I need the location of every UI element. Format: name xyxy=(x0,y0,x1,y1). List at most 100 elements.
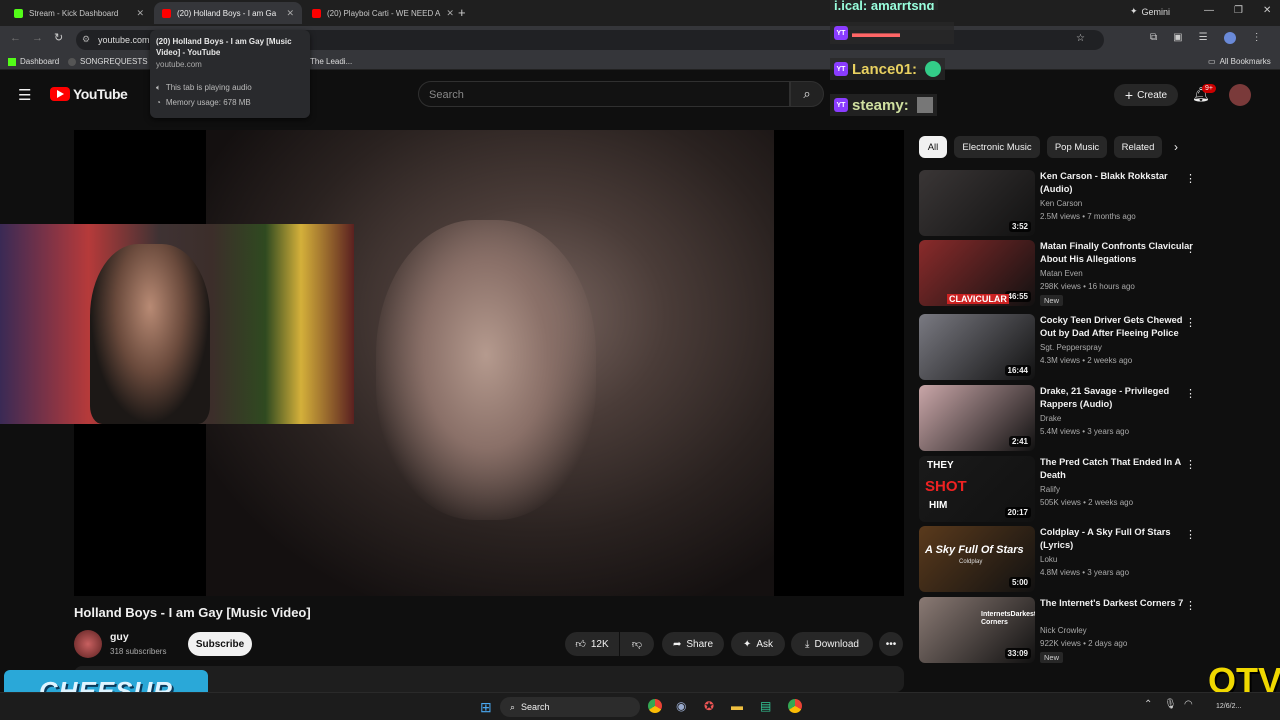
chevron-right-icon[interactable]: › xyxy=(1174,140,1178,154)
app-icon[interactable]: ✪ xyxy=(704,699,714,713)
recommendation-item[interactable]: 46:55 CLAVICULAR Matan Finally Confronts C… xyxy=(919,240,1259,306)
notepad-icon[interactable]: ▤ xyxy=(760,699,771,713)
close-tab-icon[interactable]: ✕ xyxy=(136,8,144,19)
tab-holland-boys[interactable]: (20) Holland Boys - I am Ga ✕ xyxy=(154,2,302,24)
recommendation-channel[interactable]: Ken Carson xyxy=(1040,198,1082,209)
video-duration: 2:41 xyxy=(1008,436,1031,447)
chat-message-blurred: YT ▬▬▬▬ xyxy=(830,22,954,44)
reload-icon[interactable]: ↻ xyxy=(54,31,63,44)
chevron-up-icon[interactable]: ⌃ xyxy=(1144,699,1152,710)
channel-name[interactable]: guy xyxy=(110,631,129,643)
back-icon[interactable]: ← xyxy=(10,32,21,44)
create-button[interactable]: + Create xyxy=(1114,84,1178,106)
clock-date[interactable]: 12/6/2... xyxy=(1216,703,1241,710)
recommendation-channel[interactable]: Nick Crowley xyxy=(1040,625,1087,636)
all-bookmarks[interactable]: ▭ All Bookmarks xyxy=(1208,57,1271,66)
close-tab-icon[interactable]: ✕ xyxy=(286,8,294,19)
channel-avatar[interactable] xyxy=(74,630,102,658)
sidepanel-icon[interactable]: ▣ xyxy=(1173,32,1182,44)
more-vertical-icon[interactable]: ⋮ xyxy=(1185,316,1196,329)
recommendation-item[interactable]: 2:41 Drake, 21 Savage - Privileged Rapper… xyxy=(919,385,1259,451)
video-thumbnail[interactable]: 5:00 A Sky Full Of Stars Coldplay xyxy=(919,526,1035,592)
video-thumbnail[interactable]: 16:44 xyxy=(919,314,1035,380)
more-vertical-icon[interactable]: ⋮ xyxy=(1185,172,1196,185)
chip-pop-music[interactable]: Pop Music xyxy=(1047,136,1107,158)
recommendation-title[interactable]: The Pred Catch That Ended In A Death xyxy=(1040,456,1198,482)
site-info-icon[interactable]: ⚙ xyxy=(82,34,90,45)
search-input[interactable]: Search xyxy=(418,81,790,107)
new-tab-button[interactable]: + xyxy=(458,5,466,20)
share-button[interactable]: ➦ Share xyxy=(662,632,724,656)
wifi-icon[interactable]: ◠ xyxy=(1184,699,1193,710)
more-actions-button[interactable]: ••• xyxy=(879,632,903,656)
bookmark-leadi[interactable]: The Leadi... xyxy=(310,57,352,66)
download-button[interactable]: ⤓ Download xyxy=(791,632,873,656)
recommendation-item[interactable]: 33:09 InternetsDarkest Corners The Interne… xyxy=(919,597,1259,663)
more-vertical-icon[interactable]: ⋮ xyxy=(1185,242,1196,255)
close-window-icon[interactable]: ✕ xyxy=(1263,5,1271,16)
more-vertical-icon[interactable]: ⋮ xyxy=(1185,387,1196,400)
tab-kick-dashboard[interactable]: Stream - Kick Dashboard ✕ xyxy=(6,2,152,24)
maximize-icon[interactable]: ❐ xyxy=(1234,5,1243,16)
video-thumbnail[interactable]: 3:52 xyxy=(919,170,1035,236)
video-thumbnail[interactable]: 46:55 CLAVICULAR xyxy=(919,240,1035,306)
windows-start-icon[interactable]: ⊞ xyxy=(480,699,492,716)
customize-icon[interactable]: ☰ xyxy=(1199,32,1208,44)
bookmark-star-icon[interactable]: ☆ xyxy=(1076,33,1085,44)
chrome-icon[interactable] xyxy=(648,699,662,713)
mic-icon[interactable]: 🎙︎ xyxy=(1164,699,1177,710)
profile-avatar[interactable] xyxy=(1223,32,1236,44)
recommendation-channel[interactable]: Sgt. Pepperspray xyxy=(1040,342,1102,353)
taskbar-search[interactable]: ⌕ Search xyxy=(500,697,640,717)
chip-all[interactable]: All xyxy=(919,136,947,158)
video-thumbnail[interactable]: 2:41 xyxy=(919,385,1035,451)
dislike-button[interactable]: 👎︎ xyxy=(620,632,654,656)
tab-playboi-carti[interactable]: (20) Playboi Carti - WE NEED A ✕ xyxy=(304,2,454,24)
steam-icon[interactable]: ◉ xyxy=(676,699,686,713)
file-explorer-icon[interactable]: ▬ xyxy=(731,699,743,713)
recommendation-title[interactable]: Drake, 21 Savage - Privileged Rappers (A… xyxy=(1040,385,1198,411)
recommendation-channel[interactable]: Drake xyxy=(1040,413,1061,424)
recommendation-title[interactable]: Matan Finally Confronts Clavicular About… xyxy=(1040,240,1198,266)
chip-related[interactable]: Related xyxy=(1114,136,1162,158)
hamburger-menu-icon[interactable]: ☰ xyxy=(18,86,31,104)
more-vertical-icon[interactable]: ⋮ xyxy=(1185,458,1196,471)
chat-text: ▬▬▬▬ xyxy=(852,26,900,40)
recommendation-title[interactable]: Cocky Teen Driver Gets Chewed Out by Dad… xyxy=(1040,314,1198,340)
recommendation-item[interactable]: 3:52 Ken Carson - Blakk Rokkstar (Audio) K… xyxy=(919,170,1259,236)
more-vertical-icon[interactable]: ⋮ xyxy=(1185,528,1196,541)
recommendation-item[interactable]: 20:17 THEY SHOT HIM The Pred Catch That Ende… xyxy=(919,456,1259,522)
like-button[interactable]: 👍︎ 12K xyxy=(565,632,619,656)
video-thumbnail[interactable]: 33:09 InternetsDarkest Corners xyxy=(919,597,1035,663)
bookmark-dashboard[interactable]: Dashboard xyxy=(8,57,59,66)
recommendation-channel[interactable]: Matan Even xyxy=(1040,268,1083,279)
recommendation-item[interactable]: 5:00 A Sky Full Of Stars Coldplay Coldplay … xyxy=(919,526,1259,592)
recommendation-channel[interactable]: Loku xyxy=(1040,554,1057,565)
youtube-play-icon xyxy=(50,87,70,101)
account-avatar[interactable] xyxy=(1229,84,1251,106)
like-count: 12K xyxy=(590,638,609,650)
bookmark-songrequests[interactable]: SONGREQUESTS xyxy=(68,57,148,66)
ask-button[interactable]: ✦ Ask xyxy=(731,632,785,656)
minimize-icon[interactable]: — xyxy=(1204,5,1214,16)
close-tab-icon[interactable]: ✕ xyxy=(446,8,454,19)
recommendation-channel[interactable]: Ralify xyxy=(1040,484,1060,495)
recommendation-item[interactable]: 16:44 Cocky Teen Driver Gets Chewed Out b… xyxy=(919,314,1259,380)
gemini-button[interactable]: ✦ Gemini xyxy=(1130,6,1170,17)
more-vertical-icon[interactable]: ⋮ xyxy=(1185,599,1196,612)
extensions-icon[interactable]: ⧉ xyxy=(1150,32,1157,44)
share-icon: ➦ xyxy=(672,638,682,650)
search-button[interactable]: ⌕ xyxy=(790,81,824,107)
subscriber-count: 318 subscribers xyxy=(110,647,167,656)
recommendation-title[interactable]: Ken Carson - Blakk Rokkstar (Audio) xyxy=(1040,170,1198,196)
recommendation-title[interactable]: Coldplay - A Sky Full Of Stars (Lyrics) xyxy=(1040,526,1198,552)
recommendation-title[interactable]: The Internet's Darkest Corners 7 xyxy=(1040,597,1198,610)
youtube-logo[interactable]: YouTube xyxy=(50,86,128,102)
subscribe-button[interactable]: Subscribe xyxy=(188,632,252,656)
chip-electronic-music[interactable]: Electronic Music xyxy=(954,136,1040,158)
browser-tabbar: Stream - Kick Dashboard ✕ (20) Holland B… xyxy=(0,0,1280,26)
menu-icon[interactable]: ⋮ xyxy=(1252,32,1262,44)
chrome-icon[interactable] xyxy=(788,699,802,713)
video-thumbnail[interactable]: 20:17 THEY SHOT HIM xyxy=(919,456,1035,522)
forward-icon[interactable]: → xyxy=(32,32,43,44)
